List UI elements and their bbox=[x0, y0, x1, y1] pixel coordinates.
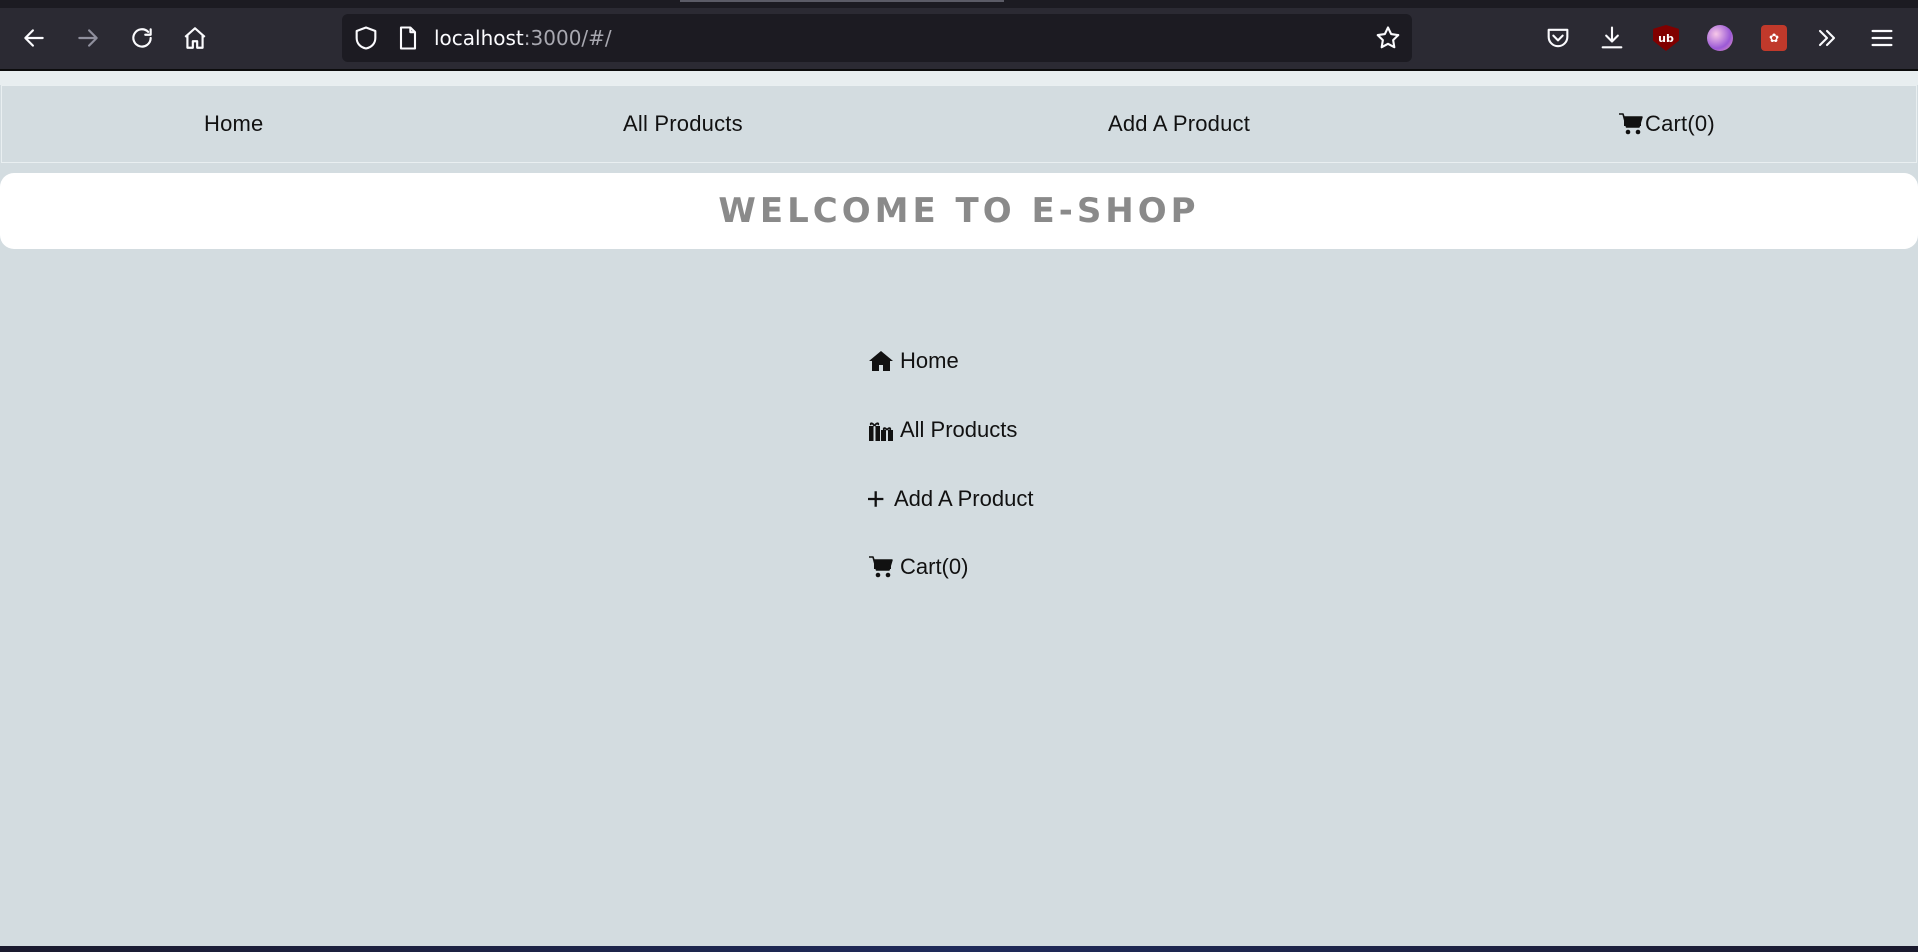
menu-item-add-product-label: Add A Product bbox=[894, 486, 1034, 511]
reload-button[interactable] bbox=[124, 20, 160, 56]
menu-item-all-products[interactable]: All Products bbox=[868, 410, 1017, 450]
hamburger-menu-icon bbox=[1871, 29, 1893, 47]
page-icon[interactable] bbox=[394, 24, 422, 52]
ublock-label: ub bbox=[1658, 31, 1674, 45]
cart-icon bbox=[869, 556, 893, 578]
menu-item-cart[interactable]: Cart(0) bbox=[868, 547, 968, 587]
ublock-extension-button[interactable]: ub bbox=[1648, 20, 1684, 56]
topnav-all-products-link[interactable]: All Products bbox=[623, 86, 743, 162]
chevrons-right-icon bbox=[1818, 29, 1836, 47]
app-menu-button[interactable] bbox=[1864, 20, 1900, 56]
shield-icon[interactable] bbox=[352, 24, 380, 52]
topnav-add-product-link[interactable]: Add A Product bbox=[1108, 86, 1250, 162]
red-extension-icon: ✿ bbox=[1761, 25, 1787, 51]
forward-button[interactable] bbox=[70, 20, 106, 56]
menu-item-add-product[interactable]: Add A Product bbox=[868, 479, 1033, 519]
browser-toolbar: localhost:3000/#/ ub ✿ bbox=[0, 0, 1918, 69]
url-host: localhost bbox=[434, 26, 524, 50]
welcome-banner: WELCOME TO E-SHOP bbox=[0, 173, 1918, 249]
menu-item-cart-label: Cart(0) bbox=[900, 554, 969, 579]
welcome-title: WELCOME TO E-SHOP bbox=[718, 191, 1200, 231]
menu-item-home[interactable]: Home bbox=[868, 341, 959, 381]
home-icon bbox=[184, 27, 206, 49]
cart-icon bbox=[1619, 113, 1643, 135]
arrow-left-icon bbox=[24, 29, 44, 47]
plus-icon bbox=[868, 491, 884, 507]
pocket-icon bbox=[1547, 28, 1569, 48]
url-path: :3000/#/ bbox=[523, 26, 612, 50]
topnav-cart-link[interactable]: Cart(0) bbox=[1618, 86, 1715, 162]
star-icon[interactable] bbox=[1374, 24, 1402, 52]
gifts-icon bbox=[869, 422, 893, 441]
page-content: Home All Products Add A Product Cart(0) … bbox=[0, 71, 1918, 952]
downloads-button[interactable] bbox=[1594, 20, 1630, 56]
ublock-icon: ub bbox=[1653, 25, 1679, 51]
reload-icon bbox=[132, 28, 152, 48]
arrow-right-icon bbox=[78, 29, 98, 47]
media-extension-icon bbox=[1707, 25, 1733, 51]
topnav-cart-label: Cart(0) bbox=[1645, 111, 1715, 136]
top-navigation: Home All Products Add A Product Cart(0) bbox=[1, 85, 1917, 163]
red-extension-button[interactable]: ✿ bbox=[1756, 20, 1792, 56]
menu-item-all-products-label: All Products bbox=[900, 417, 1018, 442]
media-extension-button[interactable] bbox=[1702, 20, 1738, 56]
pocket-button[interactable] bbox=[1540, 20, 1576, 56]
home-button[interactable] bbox=[177, 20, 213, 56]
topnav-add-product-label: Add A Product bbox=[1108, 111, 1251, 136]
download-icon bbox=[1601, 26, 1623, 49]
menu-item-home-label: Home bbox=[900, 348, 959, 373]
page-top-strip bbox=[0, 71, 1918, 85]
active-tab-indicator bbox=[680, 0, 1004, 2]
home-icon bbox=[869, 351, 893, 371]
overflow-button[interactable] bbox=[1809, 20, 1845, 56]
topnav-home-link[interactable]: Home bbox=[204, 86, 264, 162]
url-text[interactable]: localhost:3000/#/ bbox=[434, 25, 612, 51]
topnav-home-label: Home bbox=[204, 111, 264, 136]
url-bar[interactable]: localhost:3000/#/ bbox=[342, 14, 1412, 62]
topnav-all-products-label: All Products bbox=[623, 111, 743, 136]
taskbar-edge bbox=[0, 946, 1918, 952]
back-button[interactable] bbox=[16, 20, 52, 56]
